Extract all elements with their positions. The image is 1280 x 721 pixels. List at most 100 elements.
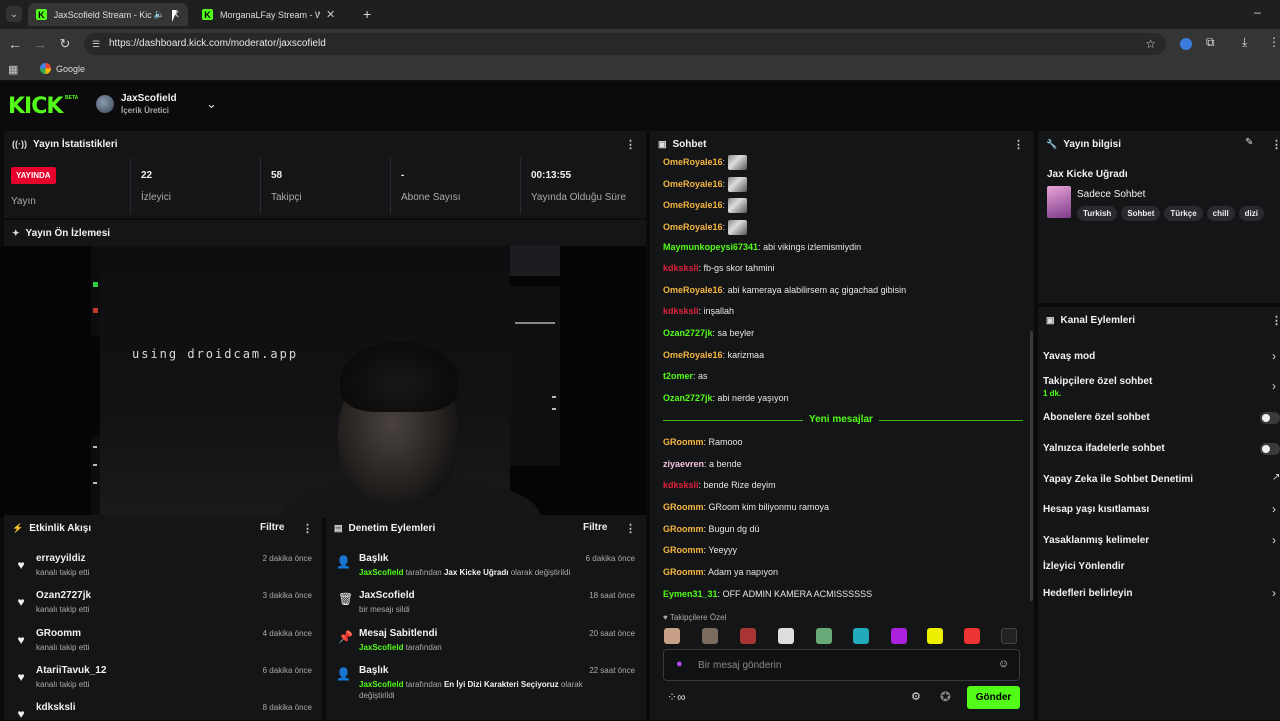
chat-username[interactable]: GRoomm <box>663 545 704 555</box>
emotes-chat-toggle[interactable] <box>1260 443 1280 455</box>
chat-username[interactable]: ziyaevren <box>663 459 704 469</box>
chat-username[interactable]: OmeRoyale16 <box>663 222 723 232</box>
chat-menu-icon[interactable]: ⋮ <box>1013 138 1024 151</box>
download-icon[interactable]: ⤓ <box>1242 35 1247 50</box>
list-item[interactable]: ♥ Ozan2727jk kanalı takip etti 3 dakika … <box>0 590 322 627</box>
chat-username[interactable]: kdksksli <box>663 480 699 490</box>
chat-username[interactable]: Ozan2727jk <box>663 393 713 403</box>
moderation-filter-button[interactable]: Filtre <box>583 522 607 533</box>
external-link-icon[interactable]: ↗ <box>1272 472 1280 483</box>
chat-message[interactable]: OmeRoyale16: karizmaa <box>663 350 764 360</box>
tab-jaxscofield[interactable]: K JaxScofield Stream - Kick Da 🔈 ✕ <box>28 3 188 26</box>
site-settings-icon[interactable]: ☰ <box>92 33 100 55</box>
chat-message[interactable]: t2omer: as <box>663 371 708 381</box>
activity-menu-icon[interactable]: ⋮ <box>302 522 313 535</box>
chevron-right-icon[interactable]: › <box>1272 586 1276 600</box>
points-infinity-icon[interactable]: ⁘∞ <box>667 690 686 704</box>
followers-chat-item[interactable]: Takipçilere özel sohbet <box>1043 376 1152 387</box>
emote-icon[interactable] <box>1001 628 1017 644</box>
google-bookmark[interactable]: Google <box>40 63 85 74</box>
category-thumbnail[interactable] <box>1047 186 1071 218</box>
chat-message[interactable]: ziyaevren: a bende <box>663 459 742 469</box>
chat-username[interactable]: Ozan2727jk <box>663 328 713 338</box>
tab-search-button[interactable]: ⌄ <box>6 6 22 22</box>
chat-message[interactable]: OmeRoyale16: <box>663 198 747 213</box>
chat-username[interactable]: GRoomm <box>663 437 704 447</box>
goals-item[interactable]: Hedefleri belirleyin <box>1043 588 1132 599</box>
tag[interactable]: Sohbet <box>1121 206 1161 221</box>
back-icon[interactable]: ← <box>6 35 24 53</box>
bookmark-star-icon[interactable]: ☆ <box>1145 33 1156 55</box>
microphone-icon[interactable]: ● <box>676 658 683 670</box>
stream-info-menu-icon[interactable]: ⋮ <box>1271 138 1280 151</box>
emote-icon[interactable] <box>740 628 756 644</box>
speaker-icon[interactable]: 🔈 <box>154 9 165 20</box>
chat-message[interactable]: GRoomm: Ramooo <box>663 437 743 447</box>
stream-preview-video[interactable]: using droidcam.app <box>0 246 646 518</box>
emotes-chat-item[interactable]: Yalnızca ifadelerle sohbet <box>1043 443 1165 454</box>
list-item[interactable]: 📌 Mesaj Sabitlendi 20 saat önce JaxScofi… <box>326 628 646 664</box>
list-item[interactable]: ♥ AtariiTavuk_12 kanalı takip etti 6 dak… <box>0 665 322 702</box>
chat-message[interactable]: kdksksli: inşallah <box>663 306 734 316</box>
avatar[interactable] <box>96 95 114 113</box>
category-name[interactable]: Sadece Sohbet <box>1077 189 1145 200</box>
apps-grid-icon[interactable]: ▦ <box>8 63 18 76</box>
list-item[interactable]: ♥ kdksksli 8 dakika önce <box>0 702 322 721</box>
chat-message[interactable]: GRoomm: Yeeyyy <box>663 545 737 555</box>
chat-username[interactable]: Maymunkopeysi67341 <box>663 242 758 252</box>
menu-icon[interactable]: ⋮ <box>1268 35 1280 49</box>
tag[interactable]: Turkish <box>1077 206 1118 221</box>
emote-icon[interactable] <box>702 628 718 644</box>
emote-icon[interactable] <box>891 628 907 644</box>
chat-username[interactable]: Eymen31_31 <box>663 589 718 599</box>
reload-icon[interactable]: ↻ <box>56 35 74 53</box>
tag[interactable]: chill <box>1206 206 1235 221</box>
age-restrictions-item[interactable]: Hesap yaşı kısıtlaması <box>1043 504 1149 515</box>
chevron-right-icon[interactable]: › <box>1272 502 1276 516</box>
channel-actions-menu-icon[interactable]: ⋮ <box>1271 314 1280 327</box>
tag[interactable]: Türkçe <box>1164 206 1203 221</box>
chat-username[interactable]: GRoomm <box>663 502 704 512</box>
list-item[interactable]: ♥ errayyildiz kanalı takip etti 2 dakika… <box>0 553 322 590</box>
chat-message[interactable]: Maymunkopeysi67341: abi vikings izlemism… <box>663 242 861 252</box>
emote-icon[interactable] <box>664 628 680 644</box>
tab-morganalfay[interactable]: K MorganaLFay Stream - Watch L ✕ <box>194 3 354 26</box>
list-item[interactable]: 👤 Başlık 22 saat önce JaxScofield tarafı… <box>326 665 646 705</box>
edit-pencil-icon[interactable]: ✎ <box>1245 137 1253 148</box>
minimize-window-icon[interactable]: – <box>1254 5 1261 19</box>
emoji-icon[interactable]: ☺ <box>998 658 1009 670</box>
emote-icon[interactable] <box>816 628 832 644</box>
list-item[interactable]: ♥ GRoomm kanalı takip etti 4 dakika önce <box>0 628 322 665</box>
chat-message[interactable]: kdksksli: fb-gs skor tahmini <box>663 263 775 273</box>
forward-icon[interactable]: → <box>31 35 49 53</box>
chat-username[interactable]: OmeRoyale16 <box>663 350 723 360</box>
chat-message[interactable]: OmeRoyale16: <box>663 177 747 192</box>
chat-message[interactable]: Eymen31_31: OFF ADMIN KAMERA ACMISSSSSS <box>663 589 872 599</box>
subs-chat-toggle[interactable] <box>1260 412 1280 424</box>
banned-words-item[interactable]: Yasaklanmış kelimeler <box>1043 535 1149 546</box>
stats-menu-icon[interactable]: ⋮ <box>625 138 636 151</box>
channel-switch-chevron-icon[interactable]: ⌄ <box>206 96 217 112</box>
chat-username[interactable]: GRoomm <box>663 567 704 577</box>
tag[interactable]: dizi <box>1238 206 1265 221</box>
chat-username[interactable]: OmeRoyale16 <box>663 179 723 189</box>
raid-item[interactable]: İzleyici Yönlendir <box>1043 561 1125 572</box>
chat-scrollbar[interactable] <box>1030 331 1033 601</box>
chat-username[interactable]: OmeRoyale16 <box>663 157 723 167</box>
list-item[interactable]: 👤 Başlık 6 dakika önce JaxScofield taraf… <box>326 553 646 589</box>
subs-chat-item[interactable]: Abonelere özel sohbet <box>1043 412 1150 423</box>
moderation-menu-icon[interactable]: ⋮ <box>625 522 636 535</box>
activity-filter-button[interactable]: Filtre <box>260 522 284 533</box>
address-bar[interactable]: ☰ https://dashboard.kick.com/moderator/j… <box>84 33 1166 55</box>
close-tab-icon[interactable]: ✕ <box>326 8 335 21</box>
kick-logo[interactable]: KICK <box>8 94 63 119</box>
emote-icon[interactable] <box>964 628 980 644</box>
chat-message[interactable]: GRoomm: Bugun dg dü <box>663 524 760 534</box>
channel-username[interactable]: JaxScofield <box>121 93 177 104</box>
chat-username[interactable]: kdksksli <box>663 263 699 273</box>
mod-tools-icon[interactable]: ✪ <box>940 689 951 705</box>
chat-username[interactable]: GRoomm <box>663 524 704 534</box>
chat-input[interactable]: ● Bir mesaj gönderin ☺ <box>663 649 1020 681</box>
chat-username[interactable]: kdksksli <box>663 306 699 316</box>
chat-message[interactable]: OmeRoyale16: abi kameraya alabilirsem aç… <box>663 285 906 295</box>
